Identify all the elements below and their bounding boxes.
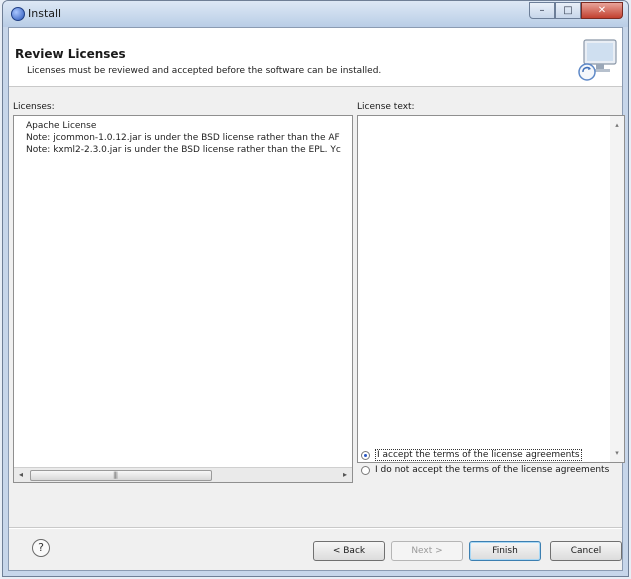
computer-install-icon: [578, 39, 617, 81]
close-icon: ✕: [597, 5, 607, 16]
tree-item-apache-license[interactable]: Apache License: [14, 120, 352, 132]
next-button[interactable]: Next >: [391, 541, 463, 561]
licenses-label: Licenses:: [13, 102, 55, 112]
minimize-button[interactable]: –: [529, 2, 555, 19]
scroll-right-arrow-icon[interactable]: ▸: [338, 468, 352, 482]
accept-radio[interactable]: [361, 450, 370, 460]
help-icon: ?: [38, 541, 44, 554]
wizard-banner: Review Licenses Licenses must be reviewe…: [9, 28, 622, 87]
vertical-scrollbar[interactable]: ▴ ▾: [610, 116, 624, 462]
maximize-icon: □: [563, 5, 573, 16]
install-dialog: Install – □ ✕ Review Licenses Licenses m…: [2, 0, 629, 577]
page-title: Review Licenses: [15, 47, 126, 61]
button-bar-separator: [9, 527, 622, 529]
tree-item-kxml2-note[interactable]: Note: kxml2-2.3.0.jar is under the BSD l…: [14, 144, 352, 156]
accept-label[interactable]: I accept the terms of the license agreem…: [375, 449, 582, 461]
accept-option[interactable]: I accept the terms of the license agreem…: [361, 448, 582, 462]
title-bar[interactable]: Install – □ ✕: [3, 1, 628, 27]
scroll-left-arrow-icon[interactable]: ◂: [14, 468, 28, 482]
dialog-body: Review Licenses Licenses must be reviewe…: [8, 27, 625, 571]
license-list: Apache License Note: jcommon-1.0.12.jar …: [14, 120, 352, 156]
horizontal-scrollbar[interactable]: ◂ ||| ▸: [14, 467, 352, 482]
scroll-up-arrow-icon[interactable]: ▴: [610, 118, 624, 132]
minimize-icon: –: [539, 5, 545, 16]
cancel-button[interactable]: Cancel: [550, 541, 622, 561]
licenses-tree[interactable]: Apache License Note: jcommon-1.0.12.jar …: [13, 115, 353, 483]
page-description: Licenses must be reviewed and accepted b…: [27, 66, 382, 76]
decline-label[interactable]: I do not accept the terms of the license…: [375, 465, 609, 475]
help-button[interactable]: ?: [32, 539, 50, 557]
caption-buttons: – □ ✕: [529, 2, 623, 19]
tree-item-jcommon-note[interactable]: Note: jcommon-1.0.12.jar is under the BS…: [14, 132, 352, 144]
finish-button[interactable]: Finish: [469, 541, 541, 561]
license-text-label: License text:: [357, 102, 415, 112]
scroll-down-arrow-icon[interactable]: ▾: [610, 446, 624, 460]
decline-option[interactable]: I do not accept the terms of the license…: [361, 463, 609, 477]
decline-radio[interactable]: [361, 465, 370, 475]
maximize-button[interactable]: □: [555, 2, 581, 19]
grip-icon: |||: [113, 471, 118, 479]
scrollbar-thumb[interactable]: |||: [30, 470, 212, 481]
close-button[interactable]: ✕: [581, 2, 623, 19]
back-button[interactable]: < Back: [313, 541, 385, 561]
license-text-area[interactable]: ▴ ▾: [357, 115, 625, 463]
eclipse-icon: [11, 7, 25, 21]
window-title: Install: [28, 7, 62, 20]
